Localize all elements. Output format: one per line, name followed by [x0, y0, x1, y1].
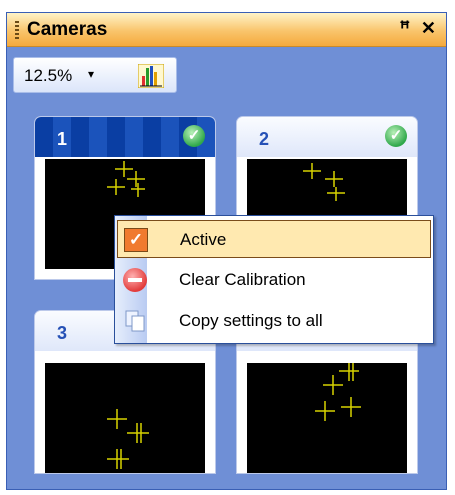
- copy-icon: [125, 310, 145, 332]
- toolbar: 12.5% ▾: [13, 57, 177, 93]
- camera-number: 1: [57, 129, 68, 149]
- marker-cross: [115, 161, 133, 177]
- marker-cross: [341, 397, 361, 417]
- menu-item-copy-settings[interactable]: Copy settings to all: [117, 302, 431, 340]
- marker-cross: [303, 163, 321, 179]
- menu-item-label: Active: [180, 230, 227, 249]
- camera-view[interactable]: [247, 363, 407, 473]
- marker-cross: [127, 171, 145, 187]
- marker-cross: [107, 179, 125, 195]
- marker-cross: [127, 423, 149, 443]
- marker-cross: [107, 409, 127, 429]
- menu-item-clear-calibration[interactable]: Clear Calibration: [117, 261, 431, 299]
- marker-cross: [315, 401, 335, 421]
- no-entry-icon: [123, 268, 147, 292]
- zoom-dropdown[interactable]: 12.5%: [24, 66, 72, 86]
- active-check-icon: ✓: [183, 125, 205, 147]
- marker-cross: [325, 171, 343, 187]
- check-icon: ✓: [124, 228, 148, 252]
- marker-cross: [327, 187, 345, 201]
- marker-cross: [131, 183, 145, 197]
- camera-number: 3: [57, 323, 68, 343]
- menu-item-label: Copy settings to all: [179, 311, 323, 330]
- marker-cross: [107, 449, 129, 469]
- drag-grip-icon[interactable]: [15, 21, 19, 39]
- panel-titlebar[interactable]: Cameras ꟸ ✕: [7, 13, 446, 47]
- camera-view[interactable]: [45, 363, 205, 473]
- pin-icon[interactable]: ꟸ: [400, 18, 410, 39]
- marker-overlay: [315, 363, 361, 421]
- active-check-icon: ✓: [385, 125, 407, 147]
- panel-title: Cameras: [27, 19, 108, 40]
- close-icon[interactable]: ✕: [421, 18, 436, 39]
- marker-cross: [323, 375, 343, 395]
- context-menu: ✓ Active Clear Calibration Copy settings…: [114, 215, 434, 344]
- camera-number: 2: [259, 129, 270, 149]
- marker-cross: [339, 363, 359, 381]
- histogram-icon[interactable]: [138, 64, 164, 88]
- chevron-down-icon[interactable]: ▾: [88, 67, 94, 81]
- menu-item-active[interactable]: ✓ Active: [117, 220, 431, 258]
- marker-overlay: [107, 409, 149, 469]
- menu-item-label: Clear Calibration: [179, 270, 306, 289]
